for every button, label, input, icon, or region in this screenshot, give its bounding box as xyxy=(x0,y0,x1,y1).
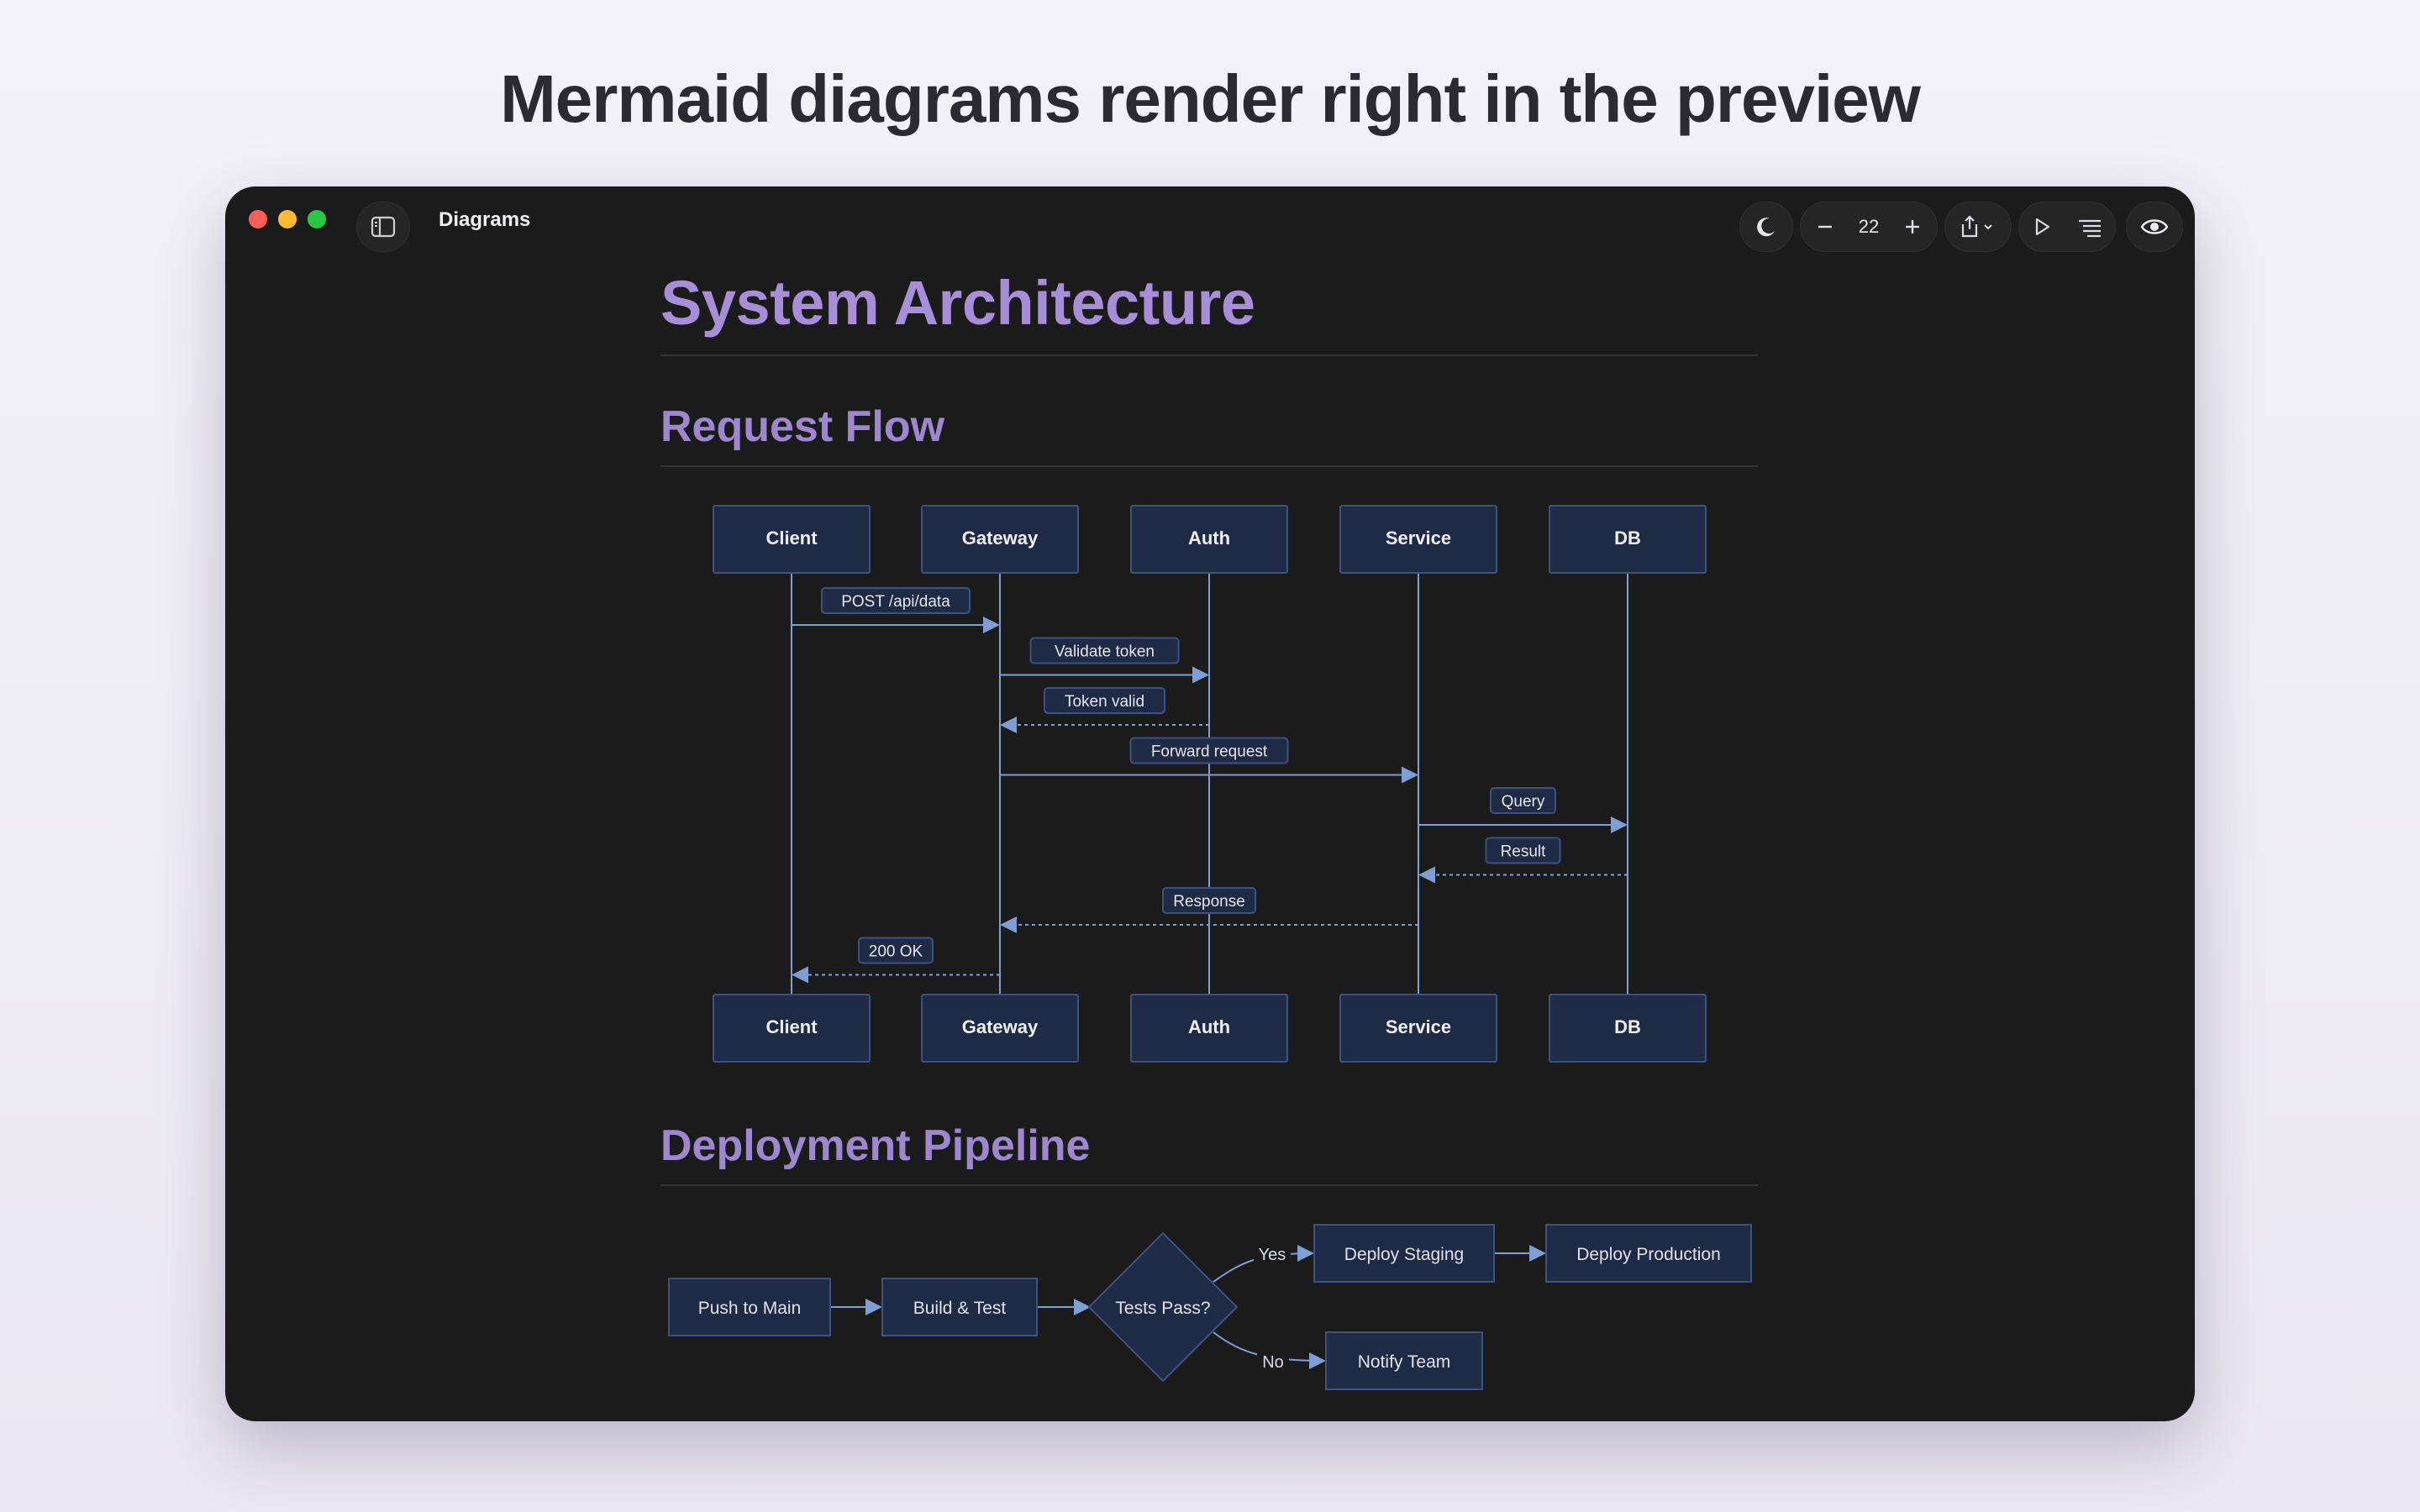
app-window: Diagrams 22 System Architecture Request … xyxy=(225,186,2195,1421)
flow-node-label: Deploy Production xyxy=(1576,1245,1721,1264)
flow-node-notify-team: Notify Team xyxy=(1325,1331,1483,1390)
flow-node-push-to-main: Push to Main xyxy=(668,1278,831,1336)
edge-label-no: No xyxy=(1262,1353,1284,1372)
flow-node-tests-pass: Tests Pass? xyxy=(1087,1231,1239,1383)
flow-node-label: Deploy Staging xyxy=(1344,1245,1464,1264)
flow-node-deploy-staging: Deploy Staging xyxy=(1313,1224,1495,1283)
flow-node-deploy-production: Deploy Production xyxy=(1545,1224,1752,1283)
flow-node-build-test: Build & Test xyxy=(881,1278,1038,1336)
flow-node-label: Push to Main xyxy=(698,1299,802,1318)
flowchart-diagram: Yes No Push to Main Build & Test Tests P… xyxy=(668,1224,1752,1390)
page-headline: Mermaid diagrams render right in the pre… xyxy=(500,61,1921,136)
flow-node-label: Build & Test xyxy=(913,1299,1007,1318)
flow-node-label: Notify Team xyxy=(1358,1352,1451,1372)
edge-label-yes: Yes xyxy=(1259,1246,1286,1264)
flow-node-label: Tests Pass? xyxy=(1115,1299,1210,1318)
preview-pane: System Architecture Request Flow Client G… xyxy=(225,186,2195,1421)
